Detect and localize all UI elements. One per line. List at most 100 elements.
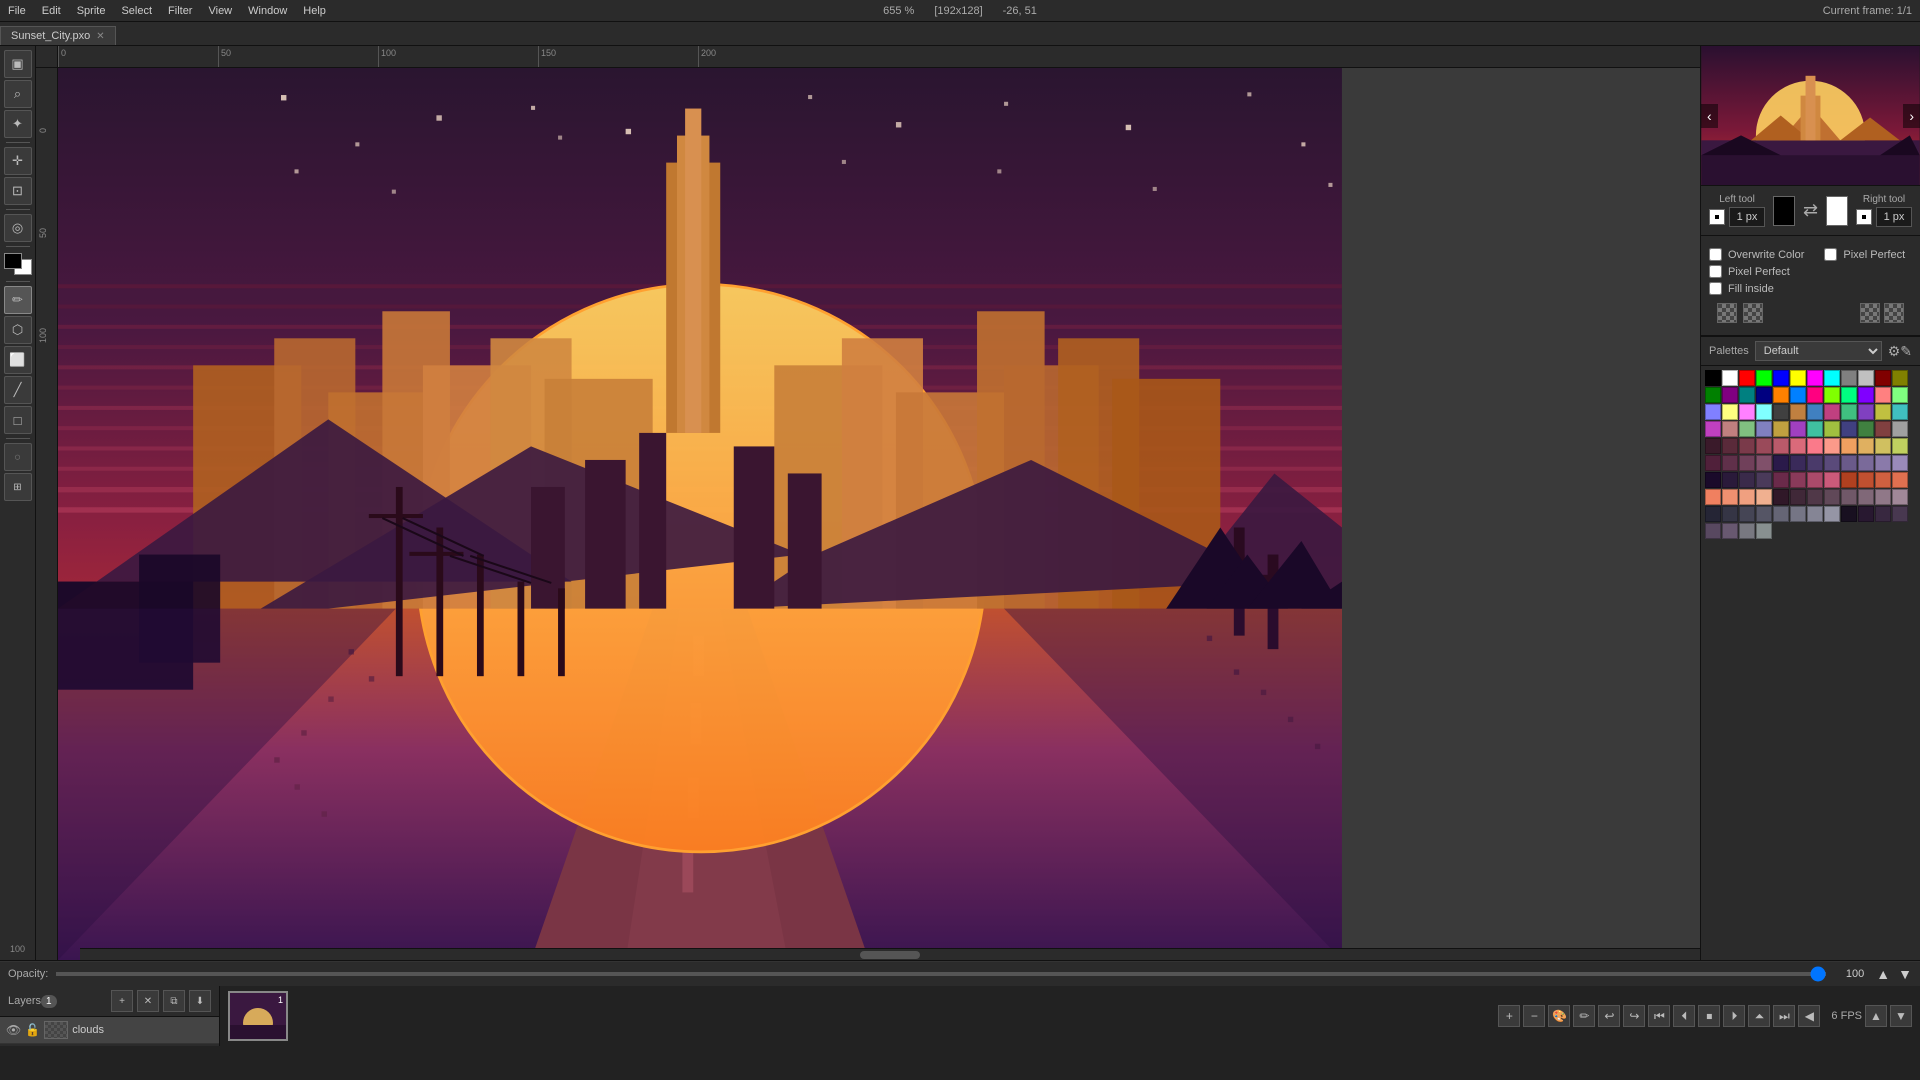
palette-color-76[interactable] (1773, 472, 1789, 488)
preview-nav-left[interactable]: ‹ (1701, 104, 1718, 128)
palette-color-14[interactable] (1739, 387, 1755, 403)
palette-color-29[interactable] (1790, 404, 1806, 420)
palette-color-25[interactable] (1722, 404, 1738, 420)
palette-color-52[interactable] (1773, 438, 1789, 454)
palette-color-62[interactable] (1739, 455, 1755, 471)
palette-color-77[interactable] (1790, 472, 1806, 488)
palette-color-33[interactable] (1858, 404, 1874, 420)
undo-frame-btn[interactable]: ↩ (1598, 1005, 1620, 1027)
horizontal-scrollbar[interactable] (80, 948, 1700, 960)
palette-color-103[interactable] (1824, 506, 1840, 522)
palette-color-50[interactable] (1739, 438, 1755, 454)
palette-color-40[interactable] (1773, 421, 1789, 437)
swap-colors-btn[interactable]: ⇄ (1803, 200, 1818, 221)
palette-color-111[interactable] (1756, 523, 1772, 539)
canvas-area[interactable]: 0 50 100 150 200 0 50 100 (36, 46, 1700, 960)
palette-color-3[interactable] (1756, 370, 1772, 386)
palette-color-98[interactable] (1739, 506, 1755, 522)
first-frame-btn[interactable]: ⏮ (1648, 1005, 1670, 1027)
crop-tool[interactable]: ⊡ (4, 177, 32, 205)
palette-color-108[interactable] (1705, 523, 1721, 539)
palette-color-85[interactable] (1722, 489, 1738, 505)
palette-color-68[interactable] (1841, 455, 1857, 471)
pixel-perfect-checkbox[interactable]: Pixel Perfect (1709, 265, 1804, 278)
palette-color-75[interactable] (1756, 472, 1772, 488)
palette-color-8[interactable] (1841, 370, 1857, 386)
palette-color-99[interactable] (1756, 506, 1772, 522)
palette-color-84[interactable] (1705, 489, 1721, 505)
layer-lock-icon[interactable]: 🔓 (25, 1023, 40, 1037)
palette-color-16[interactable] (1773, 387, 1789, 403)
paint-bucket-tool[interactable]: ⬡ (4, 316, 32, 344)
color-swatches[interactable] (4, 253, 32, 275)
palette-color-28[interactable] (1773, 404, 1789, 420)
palette-color-39[interactable] (1756, 421, 1772, 437)
palette-color-73[interactable] (1722, 472, 1738, 488)
left-size-spinner[interactable] (1729, 207, 1765, 227)
palette-color-32[interactable] (1841, 404, 1857, 420)
palette-color-89[interactable] (1790, 489, 1806, 505)
palette-color-21[interactable] (1858, 387, 1874, 403)
right-size-input[interactable] (1876, 207, 1912, 227)
palette-color-34[interactable] (1875, 404, 1891, 420)
palette-color-7[interactable] (1824, 370, 1840, 386)
merge-layer-btn[interactable]: ⬇ (189, 990, 211, 1012)
palette-color-30[interactable] (1807, 404, 1823, 420)
palette-color-2[interactable] (1739, 370, 1755, 386)
marquee-select-tool[interactable]: ▣ (4, 50, 32, 78)
palette-color-61[interactable] (1722, 455, 1738, 471)
palette-color-80[interactable] (1841, 472, 1857, 488)
stop-btn[interactable]: ⏹ (1698, 1005, 1720, 1027)
palette-color-1[interactable] (1722, 370, 1738, 386)
palette-color-18[interactable] (1807, 387, 1823, 403)
palette-color-60[interactable] (1705, 455, 1721, 471)
bg-color-large[interactable] (1826, 196, 1848, 226)
palette-color-58[interactable] (1875, 438, 1891, 454)
palette-color-67[interactable] (1824, 455, 1840, 471)
pixel-perfect-input[interactable] (1709, 265, 1722, 278)
palette-color-104[interactable] (1841, 506, 1857, 522)
palette-color-10[interactable] (1875, 370, 1891, 386)
left-size-input[interactable] (1729, 207, 1765, 227)
palette-color-96[interactable] (1705, 506, 1721, 522)
palette-color-81[interactable] (1858, 472, 1874, 488)
palette-color-49[interactable] (1722, 438, 1738, 454)
prev-frame-btn[interactable]: ⏴ (1673, 1005, 1695, 1027)
fg-color-swatch[interactable] (4, 253, 22, 269)
fill-inside-input[interactable] (1709, 282, 1722, 295)
eraser-tool[interactable]: ⬜ (4, 346, 32, 374)
active-tab[interactable]: Sunset_City.pxo ✕ (0, 26, 116, 45)
palette-color-88[interactable] (1773, 489, 1789, 505)
palette-select[interactable]: Default (1755, 341, 1882, 361)
right-pixel-perfect-input[interactable] (1824, 248, 1837, 261)
palette-color-38[interactable] (1739, 421, 1755, 437)
palette-color-87[interactable] (1756, 489, 1772, 505)
palette-color-15[interactable] (1756, 387, 1772, 403)
redo-frame-btn[interactable]: ↪ (1623, 1005, 1645, 1027)
palette-color-19[interactable] (1824, 387, 1840, 403)
palette-color-53[interactable] (1790, 438, 1806, 454)
palette-color-12[interactable] (1705, 387, 1721, 403)
palette-color-78[interactable] (1807, 472, 1823, 488)
palette-color-83[interactable] (1892, 472, 1908, 488)
copy-layer-btn[interactable]: ⧉ (163, 990, 185, 1012)
palette-color-5[interactable] (1790, 370, 1806, 386)
palette-color-45[interactable] (1858, 421, 1874, 437)
palette-color-35[interactable] (1892, 404, 1908, 420)
palette-color-0[interactable] (1705, 370, 1721, 386)
last-frame-btn[interactable]: ⏭ (1773, 1005, 1795, 1027)
checker-icon-1[interactable] (1717, 303, 1737, 323)
palette-color-109[interactable] (1722, 523, 1738, 539)
next-frame-btn[interactable]: ⏶ (1748, 1005, 1770, 1027)
blur-tool[interactable]: ◌ (4, 443, 32, 471)
preview-nav-right[interactable]: › (1903, 104, 1920, 128)
palette-color-59[interactable] (1892, 438, 1908, 454)
palette-color-91[interactable] (1824, 489, 1840, 505)
opacity-slider[interactable] (56, 972, 1826, 976)
palette-color-63[interactable] (1756, 455, 1772, 471)
menu-edit[interactable]: Edit (34, 3, 69, 19)
move-tool[interactable]: ✛ (4, 147, 32, 175)
palette-color-57[interactable] (1858, 438, 1874, 454)
fill-inside-checkbox[interactable]: Fill inside (1709, 282, 1804, 295)
palette-color-24[interactable] (1705, 404, 1721, 420)
